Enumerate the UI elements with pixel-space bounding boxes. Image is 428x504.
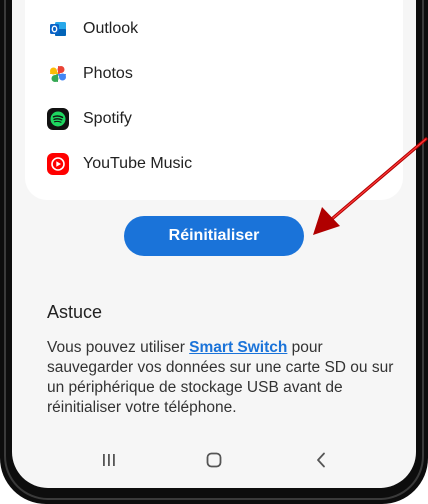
tip-text-before: Vous pouvez utiliser [47, 339, 190, 356]
app-row-youtube-music: YouTube Music [47, 149, 192, 179]
back-icon [315, 452, 327, 473]
tip-text: Vous pouvez utiliser Smart Switch pour s… [47, 338, 397, 418]
recents-icon [101, 453, 117, 472]
youtube-music-icon [47, 153, 69, 175]
back-button[interactable] [296, 444, 346, 480]
app-label: Photos [83, 65, 133, 82]
home-icon [206, 452, 222, 473]
smart-switch-link[interactable]: Smart Switch [189, 339, 287, 356]
navigation-bar [12, 444, 416, 480]
app-row-spotify: Spotify [47, 104, 132, 134]
app-label: YouTube Music [83, 155, 193, 172]
photos-icon [47, 63, 69, 85]
app-row-photos: Photos [47, 59, 133, 89]
reset-button[interactable]: Réinitialiser [124, 216, 304, 256]
phone-screen: Outlook Photos Spotify YouTube Music Réi… [12, 0, 416, 488]
app-label: Spotify [83, 110, 132, 127]
home-button[interactable] [189, 444, 239, 480]
spotify-icon [47, 108, 69, 130]
recents-button[interactable] [84, 444, 134, 480]
tip-title: Astuce [47, 302, 103, 322]
app-label: Outlook [83, 20, 139, 37]
outlook-icon [47, 18, 69, 40]
apps-card: Outlook Photos Spotify YouTube Music [25, 0, 403, 200]
app-row-outlook: Outlook [47, 14, 138, 44]
